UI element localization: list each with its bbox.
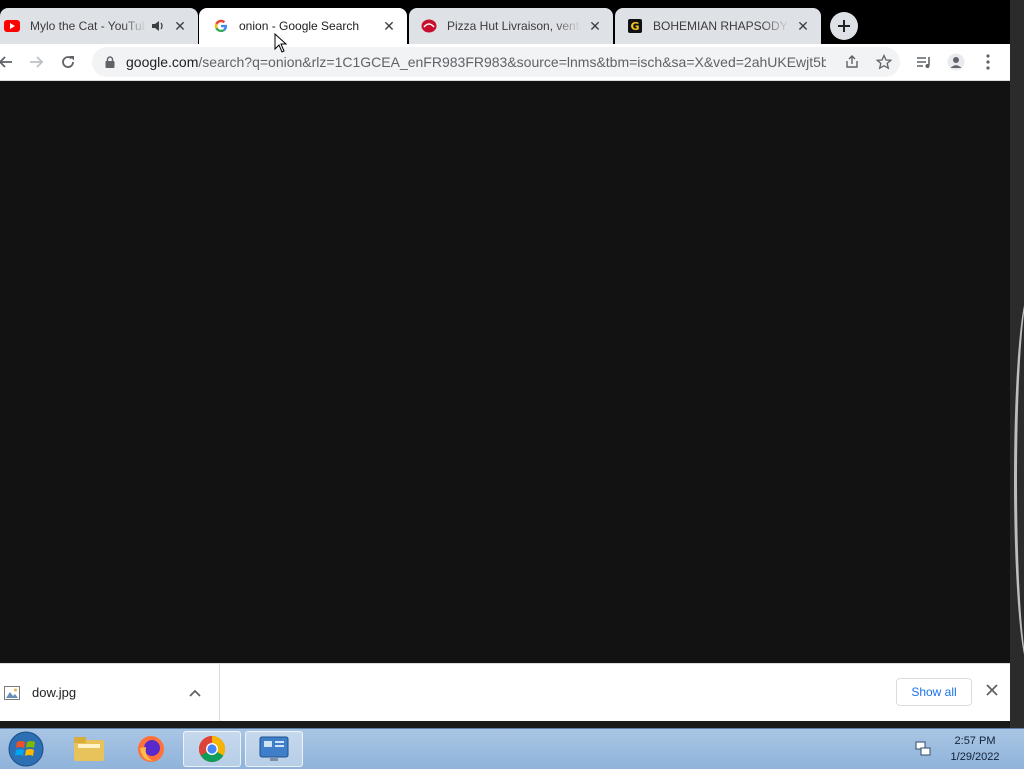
wallpaper-arc	[1014, 290, 1024, 670]
google-icon	[213, 18, 229, 34]
taskbar-control-panel[interactable]	[245, 731, 303, 767]
tab-strip: Mylo the Cat - YouTube ✕ onion - Google …	[0, 0, 1010, 44]
playlist-icon	[917, 57, 930, 68]
share-button[interactable]	[838, 48, 866, 76]
menu-button[interactable]	[974, 48, 1002, 76]
download-item[interactable]: dow.jpg	[0, 664, 220, 721]
avatar-icon	[947, 53, 965, 71]
clock-date: 1/29/2022	[950, 751, 1000, 763]
back-button[interactable]	[0, 48, 20, 76]
star-icon	[876, 54, 892, 70]
close-icon[interactable]: ✕	[795, 18, 811, 34]
share-icon	[846, 55, 858, 68]
g-letter-icon: G	[627, 18, 643, 34]
url-host: google.com	[126, 54, 199, 70]
page-content[interactable]	[0, 81, 1010, 663]
start-button[interactable]	[6, 730, 46, 768]
browser-toolbar: google.com/search?q=onion&rlz=1C1GCEA_en…	[0, 44, 1010, 81]
kebab-menu-icon	[986, 54, 990, 70]
forward-button[interactable]	[22, 48, 50, 76]
new-tab-button[interactable]	[830, 12, 858, 40]
forward-arrow-icon	[30, 56, 44, 68]
url-text[interactable]: google.com/search?q=onion&rlz=1C1GCEA_en…	[126, 54, 826, 70]
taskbar-firefox[interactable]	[122, 731, 180, 767]
mouse-cursor-icon	[274, 32, 288, 58]
control-panel-icon	[259, 736, 289, 761]
url-path: /search?q=onion&rlz=1C1GCEA_enFR983FR983…	[198, 54, 826, 70]
folder-icon	[74, 737, 104, 761]
system-clock[interactable]: 2:57 PM 1/29/2022	[940, 733, 1010, 765]
network-icon[interactable]	[914, 740, 932, 763]
windows-taskbar: 2:57 PM 1/29/2022	[0, 728, 1024, 769]
reload-icon	[62, 56, 74, 68]
firefox-icon	[138, 736, 164, 762]
pizza-hut-icon	[421, 18, 437, 34]
tab-pizza-hut[interactable]: Pizza Hut Livraison, vente à emporter ✕	[409, 8, 613, 44]
download-bar: dow.jpg Show all	[0, 663, 1010, 721]
youtube-icon	[4, 18, 20, 34]
close-icon[interactable]: ✕	[172, 18, 188, 34]
show-all-button[interactable]: Show all	[896, 678, 972, 706]
tab-title: Mylo the Cat - YouTube	[30, 19, 146, 33]
taskbar-file-explorer[interactable]	[60, 731, 118, 767]
close-icon[interactable]	[984, 682, 1000, 698]
close-icon[interactable]: ✕	[381, 18, 397, 34]
tab-google-search[interactable]: onion - Google Search ✕	[199, 8, 407, 44]
tab-title: Pizza Hut Livraison, vente à emporter	[447, 19, 581, 33]
clock-time: 2:57 PM	[954, 735, 996, 747]
close-icon[interactable]: ✕	[587, 18, 603, 34]
reload-button[interactable]	[54, 48, 82, 76]
chevron-up-icon[interactable]	[183, 689, 207, 697]
taskbar-chrome[interactable]	[183, 731, 241, 767]
svg-text:G: G	[630, 20, 639, 33]
speaker-icon[interactable]	[150, 18, 166, 34]
windows-logo-icon	[8, 731, 44, 767]
tab-bohemian-rhapsody[interactable]: G BOHEMIAN RHAPSODY CHORDS ✕	[615, 8, 821, 44]
media-control-button[interactable]	[910, 48, 938, 76]
plus-icon	[838, 20, 850, 32]
desktop-background	[1010, 0, 1024, 730]
image-file-icon	[4, 685, 20, 700]
address-bar[interactable]: google.com/search?q=onion&rlz=1C1GCEA_en…	[92, 47, 900, 77]
download-file-name: dow.jpg	[32, 685, 77, 700]
back-arrow-icon	[0, 56, 12, 68]
profile-button[interactable]	[942, 48, 970, 76]
lock-icon[interactable]	[102, 56, 118, 68]
tab-title: onion - Google Search	[239, 19, 360, 33]
tab-title: BOHEMIAN RHAPSODY CHORDS	[653, 19, 789, 33]
bookmark-button[interactable]	[870, 48, 898, 76]
chrome-icon	[198, 735, 226, 763]
tab-youtube[interactable]: Mylo the Cat - YouTube ✕	[0, 8, 198, 44]
